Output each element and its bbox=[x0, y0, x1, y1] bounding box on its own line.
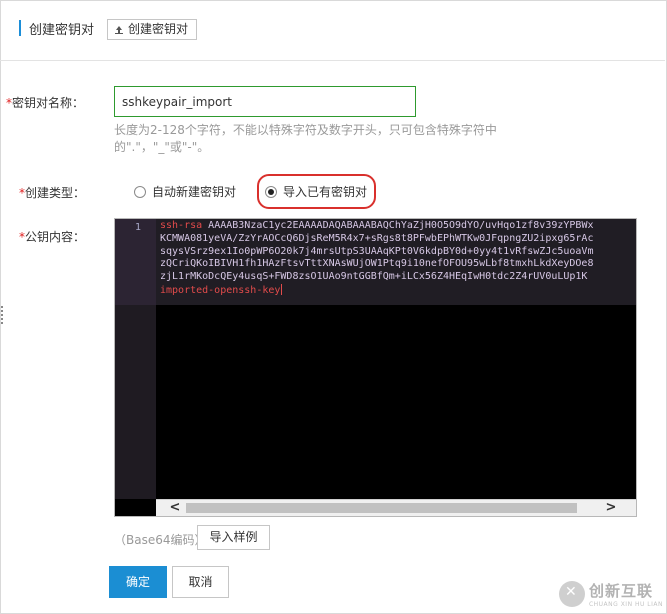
resize-handle[interactable] bbox=[1, 306, 3, 324]
key-type-token: ssh-rsa bbox=[160, 220, 203, 231]
code-line-3: sqysVSrz9ex1Io0pWP6O20k7j4mrsUtpS3UAAqKP… bbox=[160, 245, 594, 257]
hint-line-1: 长度为2-128个字符，不能以特殊字符及数字开头，只可包含特殊字符中 bbox=[114, 123, 497, 137]
scroll-right-icon[interactable]: > bbox=[602, 500, 620, 516]
keypair-name-hint: 长度为2-128个字符，不能以特殊字符及数字开头，只可包含特殊字符中 的"."，… bbox=[114, 122, 514, 156]
create-keypair-button[interactable]: 创建密钥对 bbox=[107, 19, 198, 40]
ok-button[interactable]: 确定 bbox=[109, 566, 167, 598]
scrollbar-thumb[interactable] bbox=[186, 503, 577, 513]
text-cursor bbox=[281, 283, 283, 295]
watermark-sub: CHUANG XIN HU LIAN bbox=[588, 601, 663, 608]
annotation-highlight bbox=[257, 174, 376, 209]
keypair-name-input[interactable] bbox=[114, 86, 416, 117]
radio-auto-create-label: 自动新建密钥对 bbox=[152, 185, 237, 199]
scroll-left-icon[interactable]: < bbox=[166, 500, 184, 516]
radio-auto-create[interactable]: 自动新建密钥对 bbox=[134, 183, 236, 200]
watermark-text: 创新互联 CHUANG XIN HU LIAN bbox=[589, 580, 663, 608]
line-number: 1 bbox=[135, 222, 142, 233]
editor-gutter: 1 bbox=[115, 219, 156, 516]
public-key-code[interactable]: ssh-rsa AAAAB3NzaC1yc2EAAAADAQABAAABAQCh… bbox=[160, 220, 594, 298]
watermark-main: 创新互联 bbox=[588, 582, 653, 600]
watermark: 创新互联 CHUANG XIN HU LIAN bbox=[558, 580, 663, 608]
keypair-name-label-text: 密钥对名称： bbox=[12, 96, 85, 110]
encoding-note: （Base64编码） bbox=[114, 533, 207, 547]
watermark-logo-icon bbox=[558, 581, 585, 607]
import-sample-button[interactable]: 导入样例 bbox=[197, 525, 270, 550]
title-accent-bar bbox=[19, 20, 21, 36]
public-key-label: *公钥内容： bbox=[19, 228, 85, 245]
horizontal-scrollbar[interactable]: < > bbox=[156, 499, 636, 516]
editor-corner bbox=[115, 499, 156, 516]
cancel-button[interactable]: 取消 bbox=[172, 566, 229, 598]
code-line-1: AAAAB3NzaC1yc2EAAAADAQABAAABAQChYaZjH0O5… bbox=[202, 220, 594, 231]
public-key-label-text: 公钥内容： bbox=[25, 230, 86, 244]
upload-icon bbox=[114, 25, 124, 35]
code-line-2: KCMWA081yeVA/ZzYrAOCcQ6DjsReM5R4x7+sRgs8… bbox=[160, 232, 594, 244]
keypair-name-label: *密钥对名称： bbox=[6, 94, 84, 111]
create-type-label-text: 创建类型： bbox=[25, 186, 86, 200]
radio-auto-create-indicator[interactable] bbox=[134, 185, 146, 198]
create-keypair-button-label: 创建密钥对 bbox=[128, 22, 189, 36]
page-title: 创建密钥对 bbox=[29, 23, 95, 38]
dialog-header: 创建密钥对 创建密钥对 bbox=[0, 0, 665, 61]
code-line-5: zjL1rMKoDcQEy4usqS+FWD8zsO1UAo9ntGGBfQm+… bbox=[160, 271, 588, 283]
create-type-label: *创建类型： bbox=[19, 184, 85, 201]
key-comment-token: imported-openssh-key bbox=[160, 284, 281, 296]
code-line-4: zQCriQKoIBIVH1fh1HAzFtsvTttXNAsWUjOW1Ptq… bbox=[160, 258, 594, 270]
hint-line-2: 的"."，"_"或"-"。 bbox=[114, 140, 210, 154]
public-key-editor[interactable]: 1 ssh-rsa AAAAB3NzaC1yc2EAAAADAQABAAABAQ… bbox=[114, 218, 637, 517]
